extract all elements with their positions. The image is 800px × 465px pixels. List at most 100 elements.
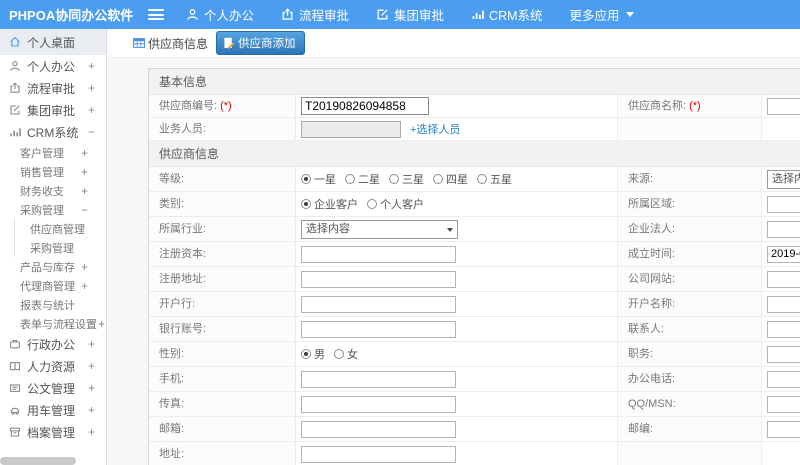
radio-icon xyxy=(301,349,311,359)
tab-supplier-add[interactable]: 供应商添加 xyxy=(216,31,305,55)
radio-icon xyxy=(389,174,399,184)
registered-address-input[interactable] xyxy=(301,270,456,288)
category-radio-enterprise[interactable]: 企业客户 xyxy=(301,196,358,212)
office-phone-input[interactable] xyxy=(767,370,800,388)
level-radio-5star[interactable]: 五星 xyxy=(477,171,512,187)
sidebar-item-admin-office[interactable]: 行政办公 + xyxy=(0,333,106,355)
mobile-label: 手机: xyxy=(159,373,185,385)
level-radio-2star[interactable]: 二星 xyxy=(345,171,380,187)
sidebar-item-product-stock[interactable]: 产品与库存 + xyxy=(0,257,106,276)
source-select[interactable]: 选择内容 xyxy=(767,169,800,189)
qq-msn-input[interactable] xyxy=(767,395,800,413)
zip-input[interactable] xyxy=(767,420,800,438)
hamburger-icon[interactable] xyxy=(148,9,164,20)
contact-input[interactable] xyxy=(767,320,800,338)
sidebar-item-supplier-mgmt[interactable]: 供应商管理 xyxy=(14,219,106,238)
radio-icon xyxy=(301,199,311,209)
nav-more-apps[interactable]: 更多应用 xyxy=(570,5,634,24)
bank-input[interactable] xyxy=(301,295,456,313)
sidebar-item-personal-office[interactable]: 个人办公 + xyxy=(0,55,106,77)
supplier-code-input[interactable] xyxy=(301,97,429,115)
zip-label: 邮编: xyxy=(628,423,654,435)
app-logo: PHPOA协同办公软件 xyxy=(9,8,134,23)
region-input[interactable] xyxy=(767,195,800,213)
radio-icon xyxy=(345,174,355,184)
top-nav: 个人办公 流程审批 集团审批 CRM系统 更多应用 xyxy=(186,5,661,24)
account-name-input[interactable] xyxy=(767,295,800,313)
email-input[interactable] xyxy=(301,420,456,438)
level-radio-3star[interactable]: 三星 xyxy=(389,171,424,187)
fax-input[interactable] xyxy=(301,395,456,413)
gender-radio-female[interactable]: 女 xyxy=(334,346,358,362)
qq-msn-label: QQ/MSN: xyxy=(628,398,676,410)
gender-radio-male[interactable]: 男 xyxy=(301,346,325,362)
select-staff-link[interactable]: +选择人员 xyxy=(410,121,460,137)
supplier-name-input[interactable] xyxy=(767,97,800,115)
position-input[interactable] xyxy=(767,345,800,363)
address-input[interactable] xyxy=(301,445,456,463)
sidebar-item-purchase-sub[interactable]: 采购管理 xyxy=(14,238,106,257)
established-label: 成立时间: xyxy=(628,248,676,260)
user-icon xyxy=(10,60,20,71)
radio-icon xyxy=(367,199,377,209)
tab-supplier-info[interactable]: 供应商信息 xyxy=(133,35,208,52)
level-radio-1star[interactable]: 一星 xyxy=(301,171,336,187)
sidebar-item-finance[interactable]: 财务收支 + xyxy=(0,181,106,200)
form-row: 注册地址: 公司网站: xyxy=(149,267,800,292)
radio-icon xyxy=(334,349,344,359)
form-row: 供应商编号:(*) 供应商名称:(*) xyxy=(149,95,800,118)
sidebar-item-vehicle-mgmt[interactable]: 用车管理 + xyxy=(0,399,106,421)
nav-crm-system[interactable]: CRM系统 xyxy=(471,5,543,24)
sidebar-item-doc-mgmt[interactable]: 公文管理 + xyxy=(0,377,106,399)
table-grid-icon xyxy=(133,38,145,48)
contact-label: 联系人: xyxy=(628,323,665,335)
car-icon xyxy=(10,407,20,415)
industry-select[interactable]: 选择内容 xyxy=(301,219,458,239)
nav-personal-office[interactable]: 个人办公 xyxy=(186,5,254,24)
sidebar-item-reports[interactable]: 报表与统计 xyxy=(0,295,106,314)
website-label: 公司网站: xyxy=(628,273,676,285)
sidebar-item-archive-mgmt[interactable]: 档案管理 + xyxy=(0,421,106,443)
legal-person-input[interactable] xyxy=(767,220,800,238)
main-content: 供应商信息 供应商添加 基本信息 供应商编号:(*) 供应商名称:(*) 业务人… xyxy=(108,29,800,465)
office-phone-label: 办公电话: xyxy=(628,373,676,385)
fax-label: 传真: xyxy=(159,398,185,410)
sidebar-item-customer-mgmt[interactable]: 客户管理 + xyxy=(0,143,106,162)
form-row: 所属行业: 选择内容 企业法人: xyxy=(149,217,800,242)
address-label: 地址: xyxy=(159,448,185,460)
bank-account-input[interactable] xyxy=(301,320,456,338)
briefcase-icon xyxy=(10,340,20,349)
chevron-down-icon xyxy=(447,227,453,232)
registered-capital-label: 注册资本: xyxy=(159,248,207,260)
sidebar-item-purchase-mgmt[interactable]: 采购管理 − xyxy=(0,200,106,219)
registered-capital-input[interactable] xyxy=(301,245,456,263)
sidebar-item-agent-mgmt[interactable]: 代理商管理 + xyxy=(0,276,106,295)
form-row: 性别: 男 女 职务: xyxy=(149,342,800,367)
form-row: 银行账号: 联系人: xyxy=(149,317,800,342)
hr-card-icon xyxy=(9,362,21,371)
sidebar-item-form-flow-settings[interactable]: 表单与流程设置 + xyxy=(0,314,106,333)
sidebar-item-group-approve[interactable]: 集团审批 + xyxy=(0,99,106,121)
category-radio-group: 企业客户 个人客户 xyxy=(296,192,618,216)
form-row: 邮箱: 邮编: xyxy=(149,417,800,442)
sidebar-item-hr[interactable]: 人力资源 + xyxy=(0,355,106,377)
staff-input[interactable] xyxy=(301,120,401,138)
crm-chart-icon xyxy=(10,128,21,137)
sidebar-item-crm-system[interactable]: CRM系统 − xyxy=(0,121,106,143)
nav-group-approve[interactable]: 集团审批 xyxy=(376,5,444,24)
group-approve-icon xyxy=(10,105,20,115)
sidebar-item-personal-desktop[interactable]: 个人桌面 xyxy=(0,29,106,55)
horizontal-scrollbar-thumb[interactable] xyxy=(0,457,76,465)
website-input[interactable] xyxy=(767,270,800,288)
category-radio-personal[interactable]: 个人客户 xyxy=(367,196,424,212)
established-input[interactable] xyxy=(767,245,800,263)
crm-chart-icon xyxy=(472,10,484,20)
level-radio-4star[interactable]: 四星 xyxy=(433,171,468,187)
document-icon xyxy=(9,384,21,392)
mobile-input[interactable] xyxy=(301,370,456,388)
sidebar-item-sales-mgmt[interactable]: 销售管理 + xyxy=(0,162,106,181)
nav-flow-approve[interactable]: 流程审批 xyxy=(281,5,349,24)
required-mark: (*) xyxy=(220,100,232,112)
sidebar-item-flow-approve[interactable]: 流程审批 + xyxy=(0,77,106,99)
industry-label: 所属行业: xyxy=(159,223,207,235)
